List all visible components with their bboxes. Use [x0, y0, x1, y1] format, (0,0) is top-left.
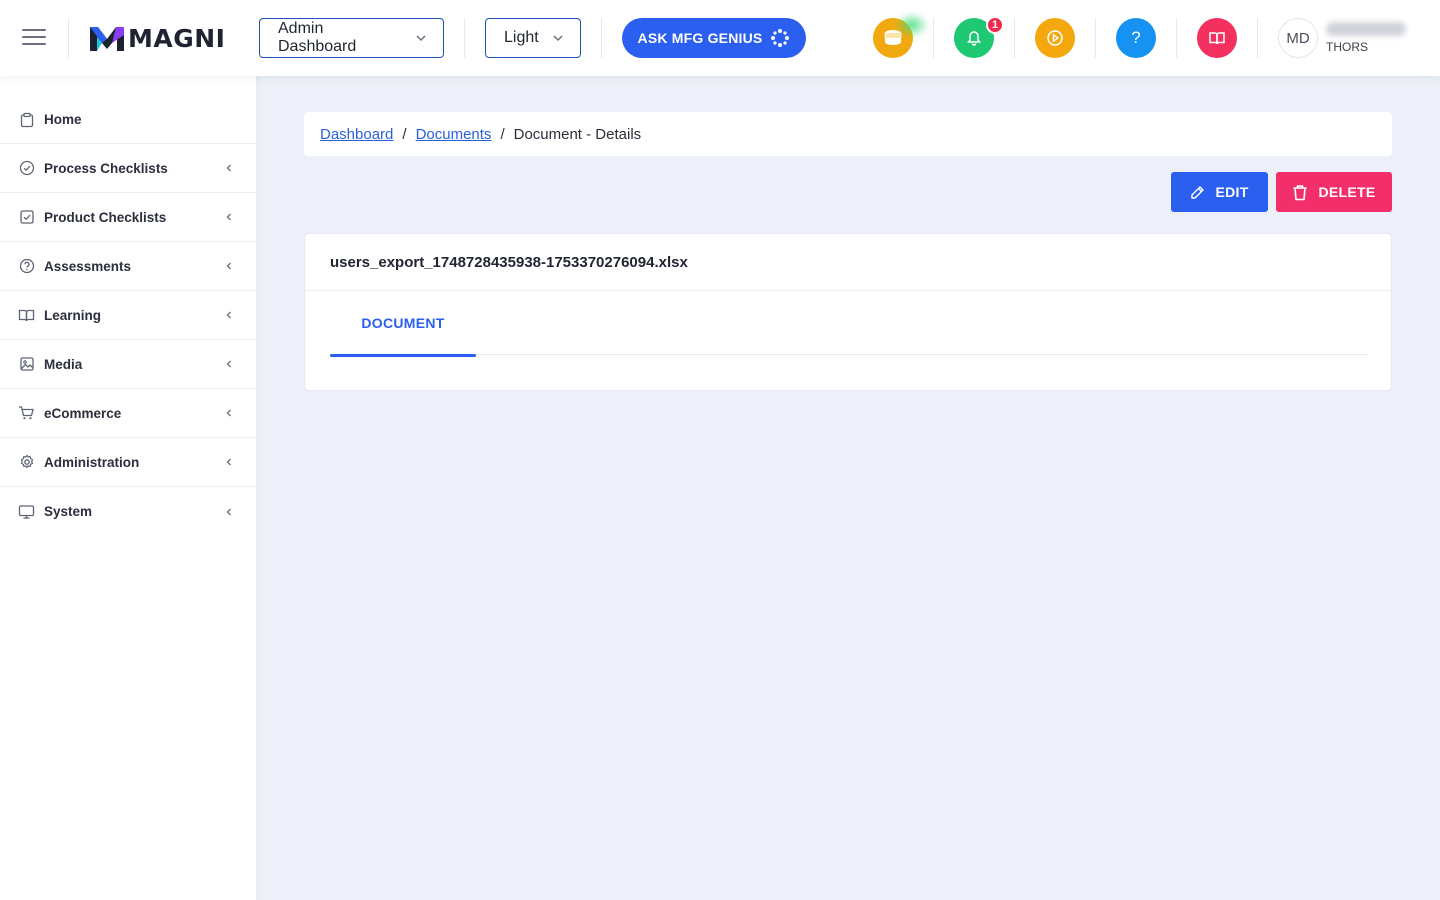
dashboard-select[interactable]: Admin Dashboard — [259, 18, 444, 58]
gear-icon — [18, 454, 35, 471]
user-organization: THORS — [1326, 40, 1368, 54]
guide-book-button[interactable] — [1197, 18, 1237, 58]
notification-count-badge: 1 — [986, 16, 1004, 34]
play-video-button[interactable] — [1035, 18, 1075, 58]
breadcrumb-link-dashboard[interactable]: Dashboard — [320, 126, 393, 143]
breadcrumb-link-documents[interactable]: Documents — [416, 126, 492, 143]
trash-icon — [1293, 184, 1307, 200]
sidebar-item-label: Product Checklists — [44, 209, 167, 225]
chevron-down-icon — [553, 35, 563, 42]
image-icon — [18, 356, 35, 373]
header-divider — [1014, 18, 1015, 58]
sidebar-nav: Home Process Checklists Product Checklis… — [0, 76, 256, 536]
sidebar-item-label: Home — [44, 112, 82, 127]
logo-mark-icon — [90, 27, 124, 51]
bell-icon — [967, 31, 981, 46]
tab-label: DOCUMENT — [361, 315, 445, 331]
chevron-left-icon — [226, 311, 231, 319]
document-card: users_export_1748728435938-1753370276094… — [304, 233, 1392, 391]
logo-text: MAGNI — [128, 23, 226, 53]
chevron-left-icon — [226, 164, 231, 172]
header-divider — [464, 18, 465, 58]
dashboard-select-value: Admin Dashboard — [278, 20, 357, 55]
edit-button[interactable]: EDIT — [1171, 172, 1268, 212]
chevron-left-icon — [226, 508, 231, 515]
breadcrumb: Dashboard / Documents / Document - Detai… — [304, 112, 1392, 156]
chevron-left-icon — [226, 262, 231, 270]
sparkle-icon — [771, 29, 790, 47]
ask-mfg-genius-button[interactable]: ASK MFG GENIUS — [622, 18, 806, 58]
document-filename: users_export_1748728435938-1753370276094… — [305, 234, 1391, 291]
delete-button[interactable]: DELETE — [1276, 172, 1392, 212]
coins-button[interactable] — [873, 12, 929, 58]
check-circle-icon — [18, 160, 35, 177]
breadcrumb-separator: / — [402, 125, 407, 143]
help-button[interactable]: ? — [1116, 18, 1156, 58]
coins-glow — [895, 12, 929, 38]
sidebar-item-administration[interactable]: Administration — [0, 438, 256, 487]
sidebar-item-ecommerce[interactable]: eCommerce — [0, 389, 256, 438]
logo[interactable]: MAGNI — [90, 23, 226, 53]
header-divider — [68, 18, 69, 58]
user-name-redacted — [1326, 22, 1406, 36]
sidebar-item-system[interactable]: System — [0, 487, 256, 536]
monitor-icon — [18, 503, 35, 520]
ask-mfg-genius-label: ASK MFG GENIUS — [637, 30, 763, 46]
book-open-icon — [1209, 32, 1225, 45]
question-circle-icon — [18, 258, 35, 275]
play-circle-icon — [1047, 30, 1063, 46]
menu-toggle-icon[interactable] — [22, 29, 46, 47]
check-square-icon — [18, 209, 35, 226]
sidebar-item-assessments[interactable]: Assessments — [0, 242, 256, 291]
sidebar-item-media[interactable]: Media — [0, 340, 256, 389]
user-initials: MD — [1286, 29, 1310, 47]
sidebar-item-label: Process Checklists — [44, 160, 168, 176]
breadcrumb-current: Document - Details — [513, 125, 642, 143]
header-divider — [933, 18, 934, 58]
pencil-icon — [1191, 185, 1205, 199]
breadcrumb-separator: / — [500, 125, 505, 143]
chevron-left-icon — [226, 458, 231, 466]
header-divider — [601, 18, 602, 58]
clipboard-icon — [18, 111, 35, 128]
document-tabs: DOCUMENT — [330, 291, 1368, 357]
chevron-left-icon — [226, 409, 231, 417]
sidebar-item-home[interactable]: Home — [0, 96, 256, 144]
tab-document[interactable]: DOCUMENT — [330, 291, 476, 357]
sidebar-item-process-checklists[interactable]: Process Checklists — [0, 144, 256, 193]
book-open-icon — [18, 307, 35, 324]
user-avatar[interactable]: MD — [1278, 18, 1318, 58]
edit-label: EDIT — [1215, 184, 1249, 200]
chevron-left-icon — [226, 360, 231, 368]
sidebar-item-label: Administration — [44, 454, 140, 470]
theme-select[interactable]: Light — [485, 18, 581, 58]
sidebar-item-label: eCommerce — [44, 405, 122, 421]
sidebar: Home Process Checklists Product Checklis… — [0, 76, 256, 900]
sidebar-item-label: Media — [44, 356, 83, 372]
chevron-down-icon — [416, 35, 426, 42]
notifications-button[interactable]: 1 — [954, 16, 1004, 58]
sidebar-item-label: Assessments — [44, 258, 132, 274]
header-divider — [1257, 18, 1258, 58]
sidebar-item-product-checklists[interactable]: Product Checklists — [0, 193, 256, 242]
delete-label: DELETE — [1318, 184, 1376, 200]
header-divider — [1095, 18, 1096, 58]
sidebar-item-label: System — [44, 504, 93, 519]
cart-icon — [18, 405, 35, 422]
sidebar-item-label: Learning — [44, 307, 102, 323]
top-header: MAGNI Admin Dashboard Light ASK MFG GENI… — [0, 0, 1440, 76]
theme-select-value: Light — [504, 29, 539, 46]
header-divider — [1176, 18, 1177, 58]
sidebar-item-learning[interactable]: Learning — [0, 291, 256, 340]
question-mark-icon: ? — [1131, 28, 1141, 47]
chevron-left-icon — [226, 213, 231, 221]
